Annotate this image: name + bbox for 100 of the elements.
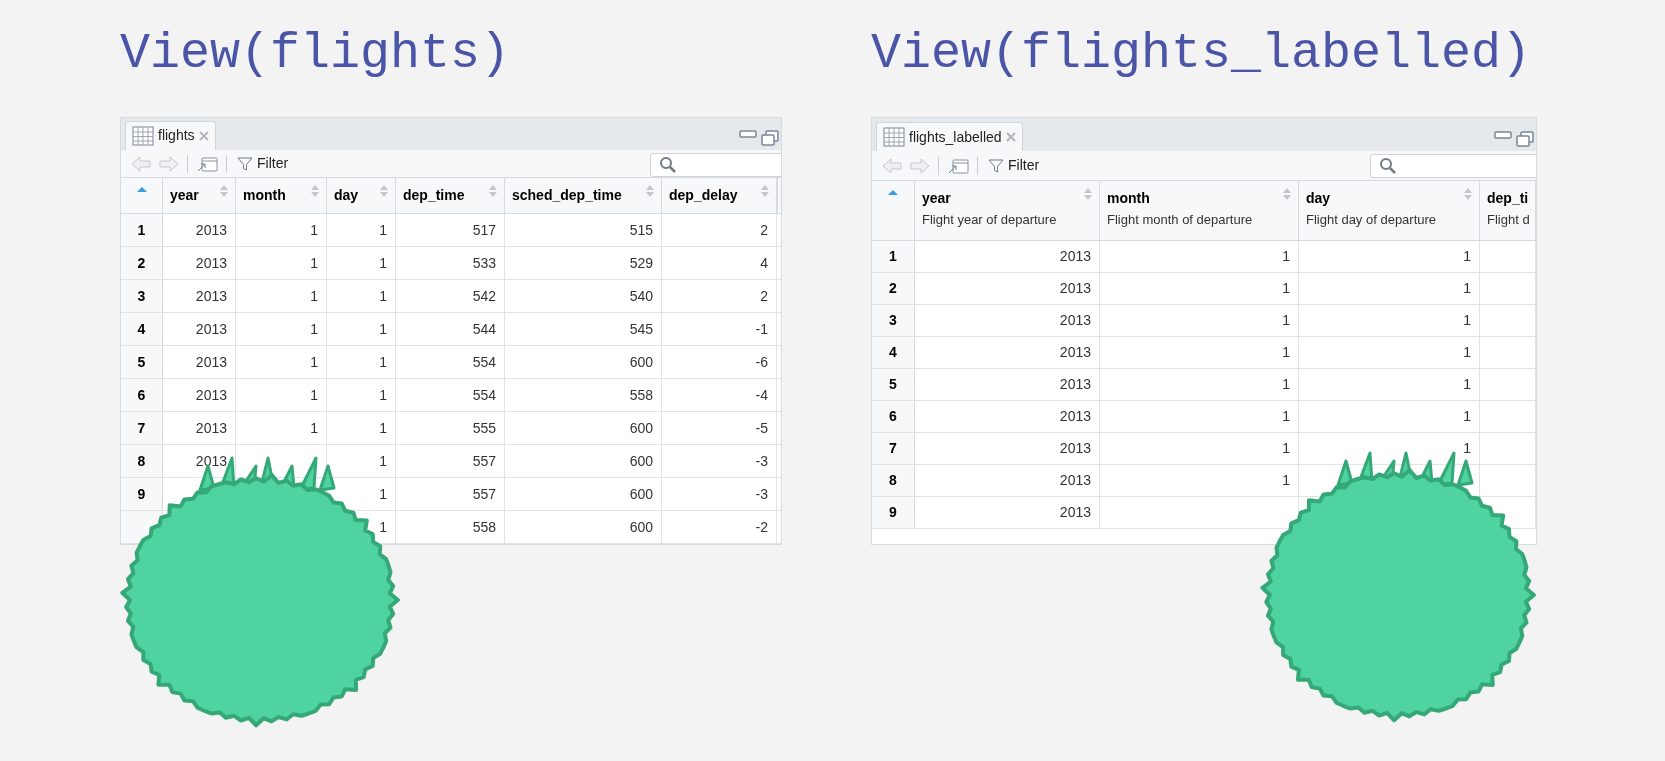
table-cell-text: 1 — [1282, 279, 1290, 298]
minimize-icon — [739, 129, 757, 138]
table-cell-text: 1 — [1282, 375, 1290, 394]
column-header[interactable]: dep_ti Flight d — [1480, 181, 1536, 240]
table-cell-text: 1 — [1463, 279, 1471, 298]
sort-arrows-icon — [1083, 187, 1093, 201]
sort-arrows-icon — [1282, 187, 1292, 201]
filter-button[interactable]: Filter — [235, 153, 291, 175]
table-cell-text: 1 — [1282, 439, 1290, 458]
table-cell-text: 1 — [379, 352, 387, 372]
search-field[interactable] — [1370, 154, 1536, 178]
row-number: 7 — [121, 412, 163, 444]
search-field[interactable] — [650, 152, 781, 177]
row-number: 5 — [121, 346, 163, 378]
column-header[interactable]: dep_time — [396, 178, 505, 213]
column-header[interactable]: day — [327, 178, 396, 213]
table-cell-text: 1 — [310, 319, 318, 339]
table-cell-text: 1 — [310, 418, 318, 438]
table-cell-text: -2 — [755, 517, 768, 537]
column-header[interactable]: year Flight year of departure — [915, 181, 1100, 240]
table-cell-text: -1 — [755, 319, 768, 339]
table-cell-text: 600 — [629, 451, 653, 471]
column-header[interactable]: month — [236, 178, 327, 213]
table-cell-text: 2013 — [195, 385, 227, 405]
row-number: 4 — [872, 337, 915, 368]
table-cell-text: 1 — [379, 220, 387, 240]
table-cell-text: 1 — [379, 517, 387, 537]
table-cell-text: 1 — [1463, 439, 1471, 458]
table-cell-text: 1 — [1282, 471, 1290, 490]
table-cell-text: 2013 — [1059, 311, 1091, 330]
table-cell-text: 2013 — [195, 286, 227, 306]
table-cell-text: 2013 — [195, 319, 227, 339]
filter-button[interactable]: Filter — [986, 155, 1042, 176]
row-number: 2 — [121, 247, 163, 279]
code-title: View(flights_labelled) — [871, 26, 1533, 82]
sort-ascending-icon — [887, 189, 899, 196]
table-cell-text: 600 — [629, 352, 653, 372]
table-cell-text: 1 — [1282, 247, 1290, 266]
column-header[interactable]: day Flight day of departure — [1299, 181, 1480, 240]
table-cell-text: 1 — [310, 352, 318, 372]
table-cell-text: 600 — [629, 484, 653, 504]
table-cell-text: 2013 — [1059, 471, 1091, 490]
table-cell-text: 558 — [629, 385, 653, 405]
table-cell-text: -6 — [755, 352, 768, 372]
row-number: 9 — [872, 497, 915, 528]
tab[interactable]: flights — [125, 120, 216, 150]
close-icon — [198, 130, 209, 141]
table-cell-text: 2013 — [195, 418, 227, 438]
sort-arrows-icon — [488, 184, 498, 199]
table-cell-text: 544 — [472, 319, 496, 339]
row-number: 3 — [872, 305, 915, 336]
table-cell-text: 2013 — [195, 253, 227, 273]
table-cell-text: 4 — [760, 253, 768, 273]
column-header[interactable]: sched_dep_time — [505, 178, 662, 213]
table-cell-text: 554 — [472, 385, 496, 405]
table-cell-text: 1 — [1282, 407, 1290, 426]
table-cell-text: -3 — [755, 484, 768, 504]
table-cell-text: 1 — [1463, 311, 1471, 330]
table-cell-text: 2013 — [195, 451, 227, 471]
popout-window-icon — [196, 154, 218, 173]
column-header[interactable]: year — [163, 178, 236, 213]
column-header[interactable]: month Flight month of departure — [1100, 181, 1299, 240]
table-cell-text: 1 — [379, 484, 387, 504]
grid-icon — [132, 125, 154, 146]
table-cell-text: 517 — [472, 220, 496, 240]
sort-arrows-icon — [645, 184, 655, 199]
row-number: 6 — [121, 379, 163, 411]
row-number: 5 — [872, 369, 915, 400]
grid-icon — [883, 127, 905, 147]
table-cell-text: 1 — [310, 253, 318, 273]
restore-icon — [1516, 131, 1534, 147]
table-cell-text: 1 — [1282, 311, 1290, 330]
table-cell-text: 2013 — [1059, 407, 1091, 426]
table-cell-text: 1 — [379, 451, 387, 471]
table-cell-text: 1 — [310, 385, 318, 405]
column-header[interactable]: dep_delay — [662, 178, 777, 213]
table-cell-text: 2013 — [1059, 343, 1091, 362]
funnel-icon — [988, 157, 1004, 174]
row-number: 1 — [121, 214, 163, 246]
row-number: 7 — [872, 433, 915, 464]
restore-icon — [761, 129, 779, 146]
table-cell-text: 600 — [629, 517, 653, 537]
sort-arrows-icon — [760, 184, 770, 199]
table-cell-text: 2 — [760, 286, 768, 306]
tab-label: flights_labelled — [909, 127, 1002, 147]
table-cell-text: 557 — [472, 451, 496, 471]
table-cell-text: 1 — [379, 319, 387, 339]
table-cell-text: 2013 — [195, 352, 227, 372]
table-cell-text: 554 — [472, 352, 496, 372]
close-icon — [1005, 132, 1016, 142]
row-number: 2 — [872, 273, 915, 304]
table-cell-text: 1 — [310, 220, 318, 240]
table-cell-text: 533 — [472, 253, 496, 273]
search-icon — [1379, 157, 1397, 175]
row-number: 9 — [121, 478, 163, 510]
table-cell-text: 1 — [1463, 407, 1471, 426]
tab[interactable]: flights_labelled — [876, 122, 1023, 151]
table-cell-text: 1 — [379, 418, 387, 438]
table-cell-text: -4 — [755, 385, 768, 405]
table-cell-text: 545 — [629, 319, 653, 339]
